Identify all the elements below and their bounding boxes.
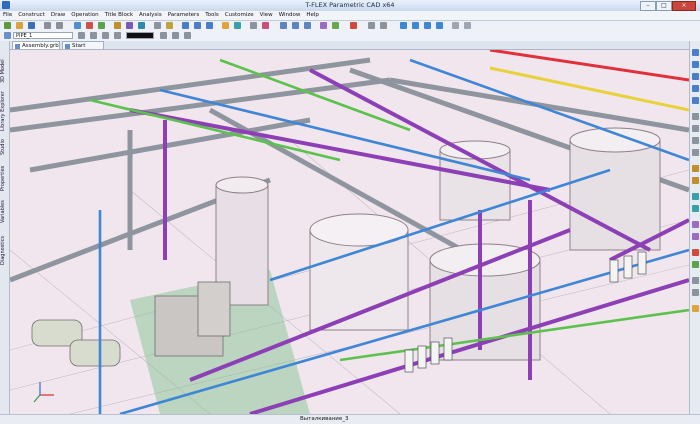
- transparency-icon[interactable]: [184, 32, 191, 39]
- menu-operation[interactable]: Operation: [68, 11, 101, 20]
- open-icon[interactable]: [16, 22, 23, 29]
- document-icon: [15, 43, 20, 49]
- zoom-window-icon[interactable]: [692, 73, 699, 80]
- side-view-icon[interactable]: [692, 137, 699, 144]
- tab-assembly-label: Assembly.grb: [22, 43, 59, 49]
- section-icon[interactable]: [262, 22, 269, 29]
- texture-icon[interactable]: [172, 32, 179, 39]
- new-icon[interactable]: [4, 22, 11, 29]
- material-icon[interactable]: [160, 32, 167, 39]
- tab-diagnostics[interactable]: Diagnostics: [0, 225, 9, 265]
- layer-icon: [4, 32, 11, 39]
- level-icon[interactable]: [78, 32, 85, 39]
- zoom-icon[interactable]: [194, 22, 201, 29]
- edges-icon[interactable]: [692, 177, 699, 184]
- iso-view-icon[interactable]: [692, 149, 699, 156]
- route-icon[interactable]: [292, 22, 299, 29]
- fillet-icon[interactable]: [166, 22, 173, 29]
- shading-icon[interactable]: [692, 165, 699, 172]
- settings-icon[interactable]: [380, 22, 387, 29]
- measure-icon[interactable]: [250, 22, 257, 29]
- pan-icon[interactable]: [206, 22, 213, 29]
- menu-tools[interactable]: Tools: [202, 11, 222, 20]
- priority-icon[interactable]: [90, 32, 97, 39]
- undo-icon[interactable]: [44, 22, 51, 29]
- line-icon[interactable]: [86, 22, 93, 29]
- menu-window[interactable]: Window: [276, 11, 304, 20]
- top-view-icon[interactable]: [692, 125, 699, 132]
- menu-help[interactable]: Help: [303, 11, 322, 20]
- clip-icon[interactable]: [692, 205, 699, 212]
- status-text: Выталкивание_3: [300, 416, 349, 422]
- wireframe-icon[interactable]: [424, 22, 431, 29]
- cad-model-scene: [10, 50, 689, 414]
- color-select[interactable]: [126, 32, 154, 39]
- show-icon[interactable]: [692, 261, 699, 268]
- close-button[interactable]: ×: [672, 1, 696, 11]
- menu-analysis[interactable]: Analysis: [136, 11, 165, 20]
- menu-draw[interactable]: Draw: [48, 11, 68, 20]
- boolean-icon[interactable]: [154, 22, 161, 29]
- light-icon[interactable]: [222, 22, 229, 29]
- zoom-in-icon[interactable]: [692, 49, 699, 56]
- tab-library-explorer[interactable]: Library Explorer: [0, 85, 9, 131]
- selection-filter-icon[interactable]: [692, 221, 699, 228]
- menu-parameters[interactable]: Parameters: [165, 11, 202, 20]
- rotation-icon[interactable]: [126, 22, 133, 29]
- menu-file[interactable]: File: [0, 11, 15, 20]
- shaded-icon[interactable]: [436, 22, 443, 29]
- tab-start-page[interactable]: Start Page: [62, 41, 104, 57]
- menu-title-block[interactable]: Title Block: [102, 11, 136, 20]
- menu-construct[interactable]: Construct: [15, 11, 48, 20]
- perspective-icon[interactable]: [692, 277, 699, 284]
- render-icon[interactable]: [234, 22, 241, 29]
- linetype-icon[interactable]: [102, 32, 109, 39]
- zoom-out-icon[interactable]: [692, 61, 699, 68]
- save-icon[interactable]: [28, 22, 35, 29]
- sketch-icon[interactable]: [74, 22, 81, 29]
- snap-icon[interactable]: [464, 22, 471, 29]
- front-view-icon[interactable]: [692, 113, 699, 120]
- view-icon[interactable]: [182, 22, 189, 29]
- minimize-button[interactable]: –: [640, 1, 656, 11]
- menu-bar: File Construct Draw Operation Title Block Ana…: [0, 11, 700, 21]
- 3d-viewport[interactable]: [10, 50, 689, 414]
- redo-icon[interactable]: [56, 22, 63, 29]
- circle-icon[interactable]: [98, 22, 105, 29]
- maximize-button[interactable]: □: [656, 1, 672, 11]
- tab-assembly[interactable]: Assembly.grb: [12, 41, 60, 49]
- fit-icon[interactable]: [412, 22, 419, 29]
- tab-properties[interactable]: Properties: [0, 157, 9, 191]
- insert-icon[interactable]: [332, 22, 339, 29]
- camera-icon[interactable]: [692, 289, 699, 296]
- tab-studio[interactable]: Studio: [0, 133, 9, 155]
- left-dock-panel: 3D Model Library Explorer Studio Propert…: [0, 41, 10, 414]
- window-title: T-FLEX Parametric CAD x64: [305, 1, 395, 9]
- pan-view-icon[interactable]: [692, 85, 699, 92]
- options-icon[interactable]: [368, 22, 375, 29]
- menu-customize[interactable]: Customize: [222, 11, 257, 20]
- pipe-icon[interactable]: [280, 22, 287, 29]
- grid-icon[interactable]: [452, 22, 459, 29]
- section-view-icon[interactable]: [692, 193, 699, 200]
- light-view-icon[interactable]: [692, 305, 699, 312]
- right-view-toolbar: [689, 41, 700, 414]
- tab-3d-model[interactable]: 3D Model: [0, 53, 9, 83]
- fitting-icon[interactable]: [304, 22, 311, 29]
- extrude-icon[interactable]: [114, 22, 121, 29]
- hide-icon[interactable]: [692, 249, 699, 256]
- sweep-icon[interactable]: [138, 22, 145, 29]
- tab-variables[interactable]: Variables: [0, 193, 9, 223]
- rotate-view-icon[interactable]: [692, 97, 699, 104]
- assembly-icon[interactable]: [320, 22, 327, 29]
- layer-select[interactable]: PIPE_1: [13, 32, 73, 39]
- visibility-icon[interactable]: [692, 233, 699, 240]
- lineweight-icon[interactable]: [114, 32, 121, 39]
- home-icon: [65, 43, 70, 49]
- menu-view[interactable]: View: [257, 11, 276, 20]
- delete-icon[interactable]: [350, 22, 357, 29]
- orient-icon[interactable]: [400, 22, 407, 29]
- document-tabs: Assembly.grb Start Page: [9, 41, 689, 57]
